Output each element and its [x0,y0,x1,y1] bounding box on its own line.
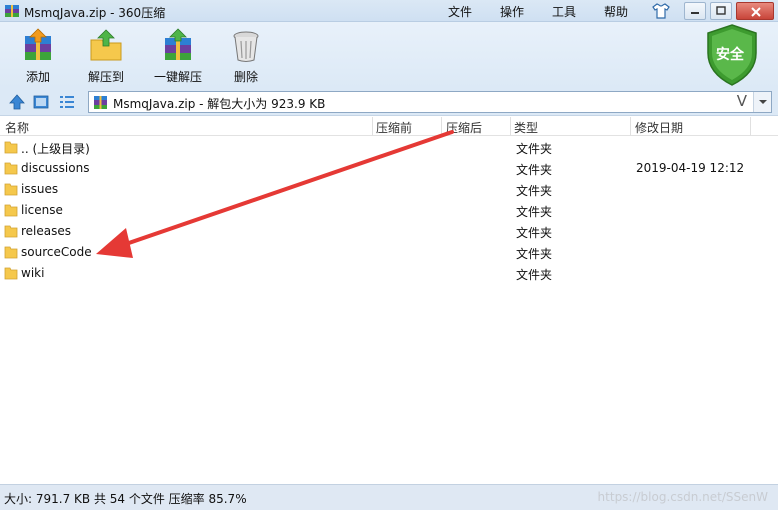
one-click-extract-button[interactable]: 一键解压 [146,28,210,86]
column-divider[interactable] [372,117,373,136]
file-type: 文件夹 [516,184,553,198]
file-name: releases [21,224,72,238]
file-type: 文件夹 [516,268,553,282]
column-divider[interactable] [510,117,511,136]
folder-icon [4,267,18,280]
file-row-wiki[interactable]: wiki 文件夹 [0,263,778,284]
add-button[interactable]: 添加 [8,28,68,86]
security-badge[interactable]: 安全 [704,23,760,87]
column-compressed-size[interactable]: 压缩后 [446,119,482,136]
add-label: 添加 [25,70,50,84]
address-text: MsmqJava.zip - 解包大小为 923.9 KB [113,97,326,111]
window-title: MsmqJava.zip - 360压缩 [24,6,166,20]
add-icon [25,28,51,60]
file-list: 名称 压缩前 压缩后 类型 修改日期 .. (上级目录) 文件夹 discuss… [0,117,778,484]
folder-icon [4,183,18,196]
file-name: wiki [21,266,45,280]
file-name: .. (上级目录) [21,142,90,156]
address-bar[interactable]: MsmqJava.zip - 解包大小为 923.9 KB V [88,91,772,113]
folder-icon [4,162,18,175]
menu-tools[interactable]: 工具 [552,3,576,20]
address-history-glyph[interactable]: V [737,92,747,110]
file-row-license[interactable]: license 文件夹 [0,200,778,221]
menu-file[interactable]: 文件 [448,3,472,20]
delete-label: 删除 [233,70,258,84]
maximize-button[interactable] [710,2,732,20]
app-zip-icon [5,5,19,17]
chevron-down-icon [759,100,767,104]
address-row: MsmqJava.zip - 解包大小为 923.9 KB V [0,88,778,116]
file-name: sourceCode [21,245,92,259]
close-button[interactable] [736,2,774,20]
folder-icon [4,225,18,238]
column-original-size[interactable]: 压缩前 [376,119,412,136]
column-name[interactable]: 名称 [5,119,29,136]
folder-icon [4,204,18,217]
folder-icon [4,246,18,259]
delete-button[interactable]: 删除 [216,28,276,86]
delete-icon [233,31,259,62]
address-dropdown-button[interactable] [753,92,771,112]
up-arrow-icon[interactable] [8,93,26,111]
file-name: issues [21,182,59,196]
menu-help[interactable]: 帮助 [604,3,628,20]
file-type: 文件夹 [516,247,553,261]
file-name: discussions [21,161,90,175]
list-view-icon[interactable] [58,93,76,111]
security-label: 安全 [716,47,744,63]
thumbnail-view-icon[interactable] [32,93,50,111]
one-click-extract-icon [165,28,191,60]
status-text: 大小: 791.7 KB 共 54 个文件 压缩率 85.7% [4,492,247,506]
extract-to-icon [90,29,122,61]
column-divider[interactable] [441,117,442,136]
file-date: 2019-04-19 12:12 [636,161,745,175]
column-modified-date[interactable]: 修改日期 [635,119,683,136]
file-type: 文件夹 [516,226,553,240]
file-row-discussions[interactable]: discussions 文件夹 2019-04-19 12:12 [0,158,778,179]
title-bar: MsmqJava.zip - 360压缩 文件 操作 工具 帮助 [0,0,778,22]
toolbar: 添加 解压到 一键解压 删除 安全 [0,22,778,88]
column-header-row: 名称 压缩前 压缩后 类型 修改日期 [0,117,778,136]
watermark: https://blog.csdn.net/SSenW [597,490,768,504]
file-type: 文件夹 [516,205,553,219]
extract-to-label: 解压到 [87,70,124,84]
menu-operation[interactable]: 操作 [500,3,524,20]
file-row-parent[interactable]: .. (上级目录) 文件夹 [0,137,778,158]
extract-to-button[interactable]: 解压到 [76,28,136,86]
file-row-sourcecode[interactable]: sourceCode 文件夹 [0,242,778,263]
column-type[interactable]: 类型 [514,119,538,136]
file-type: 文件夹 [516,163,553,177]
column-divider[interactable] [750,117,751,136]
skin-shirt-icon[interactable] [652,3,670,19]
column-divider[interactable] [630,117,631,136]
file-name: license [21,203,63,217]
file-type: 文件夹 [516,142,553,156]
folder-icon [4,141,18,154]
minimize-button[interactable] [684,2,706,20]
status-bar: 大小: 791.7 KB 共 54 个文件 压缩率 85.7% https://… [0,484,778,510]
zip-file-icon [94,96,107,109]
file-row-issues[interactable]: issues 文件夹 [0,179,778,200]
file-row-releases[interactable]: releases 文件夹 [0,221,778,242]
one-click-extract-label: 一键解压 [153,70,202,84]
